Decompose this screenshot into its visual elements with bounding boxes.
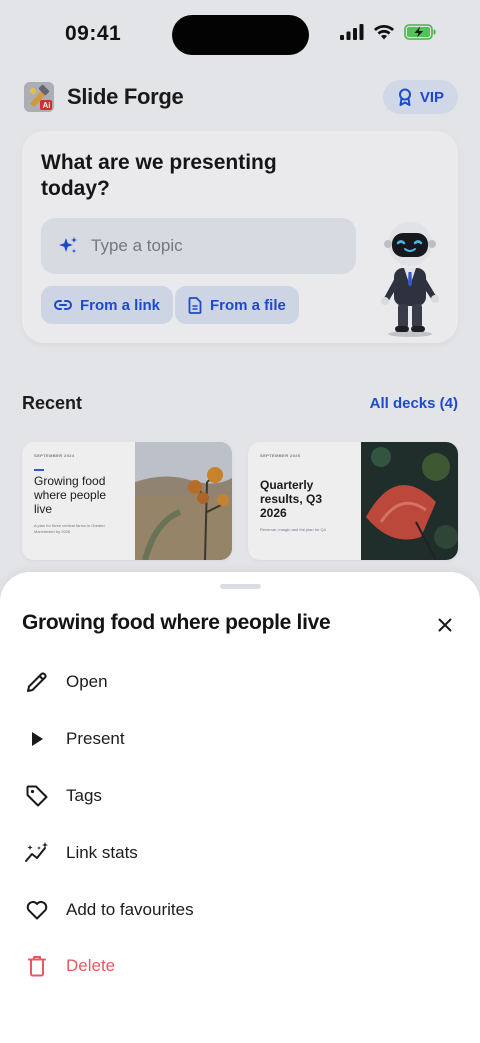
menu-item-label: Present: [66, 729, 125, 749]
menu-item-link-stats[interactable]: Link stats: [0, 824, 480, 881]
menu-item-delete[interactable]: Delete: [0, 938, 480, 995]
sheet-title: Growing food where people live: [22, 611, 331, 634]
menu-item-tags[interactable]: Tags: [0, 768, 480, 825]
heart-icon: [24, 897, 50, 923]
deck-actions-sheet: Growing food where people live Open Pres…: [0, 572, 480, 1043]
menu-item-label: Tags: [66, 785, 102, 805]
menu-item-present[interactable]: Present: [0, 711, 480, 768]
menu-item-label: Add to favourites: [66, 899, 194, 919]
sparkline-icon: [24, 840, 50, 866]
close-icon: [438, 618, 452, 632]
menu-item-favourites[interactable]: Add to favourites: [0, 881, 480, 938]
tag-icon: [24, 783, 50, 809]
actions-menu: Open Present Tags Link stats Add to favo…: [0, 654, 480, 995]
menu-item-label: Link stats: [66, 842, 138, 862]
trash-icon: [24, 953, 50, 979]
close-button[interactable]: [434, 614, 456, 636]
menu-item-label: Delete: [66, 956, 116, 976]
menu-item-open[interactable]: Open: [0, 654, 480, 711]
play-icon: [24, 726, 50, 752]
sheet-grabber[interactable]: [220, 584, 261, 589]
menu-item-label: Open: [66, 672, 108, 692]
pencil-icon: [24, 669, 50, 695]
